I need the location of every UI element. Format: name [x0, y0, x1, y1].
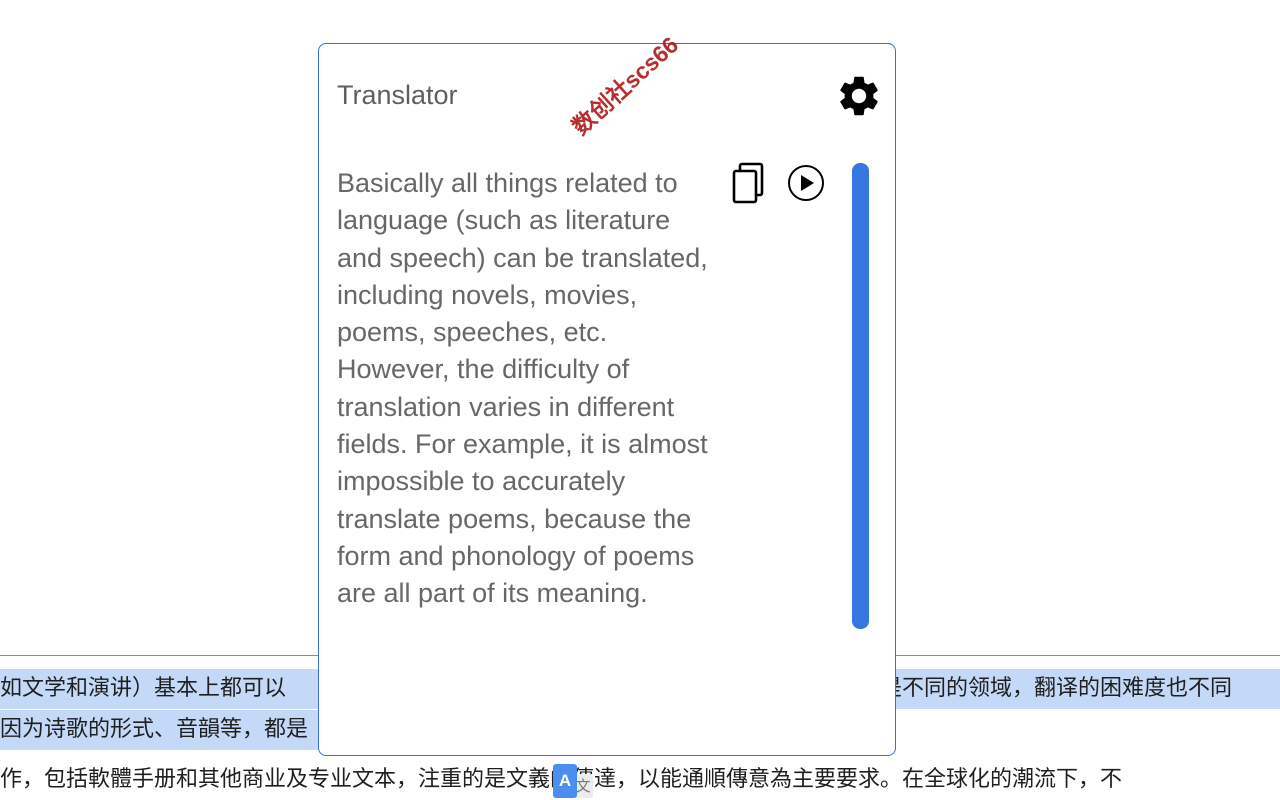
translate-icon[interactable]: 文 A — [553, 764, 595, 800]
copy-icon[interactable] — [731, 161, 771, 205]
popup-title: Translator — [337, 80, 458, 110]
selected-text-left: 如文学和演讲）基本上都可以 — [0, 676, 287, 701]
translation-result-text: Basically all things related to language… — [337, 168, 708, 609]
selected-text-left: 因为诗歌的形式、音韻等，都是 — [0, 717, 309, 742]
translator-popup: Translator 数创社scs66 Basically all things… — [318, 31, 896, 756]
selected-text-line[interactable]: 因为诗歌的形式、音韻等，都是 — [0, 710, 330, 750]
play-icon[interactable] — [786, 163, 826, 203]
translate-letter: A — [553, 764, 577, 798]
result-scrollbar[interactable] — [852, 163, 869, 629]
watermark: 数创社scs66 — [567, 31, 684, 140]
selected-text-right: 是不同的领域，翻译的困难度也不同 — [880, 676, 1233, 701]
body-text-line: 作，包括軟體手册和其他商业及专业文本，注重的是文義的傳達，以能通順傳意為主要要求… — [0, 760, 1280, 800]
scrollbar-thumb[interactable] — [852, 163, 869, 629]
gear-icon[interactable] — [835, 72, 883, 120]
